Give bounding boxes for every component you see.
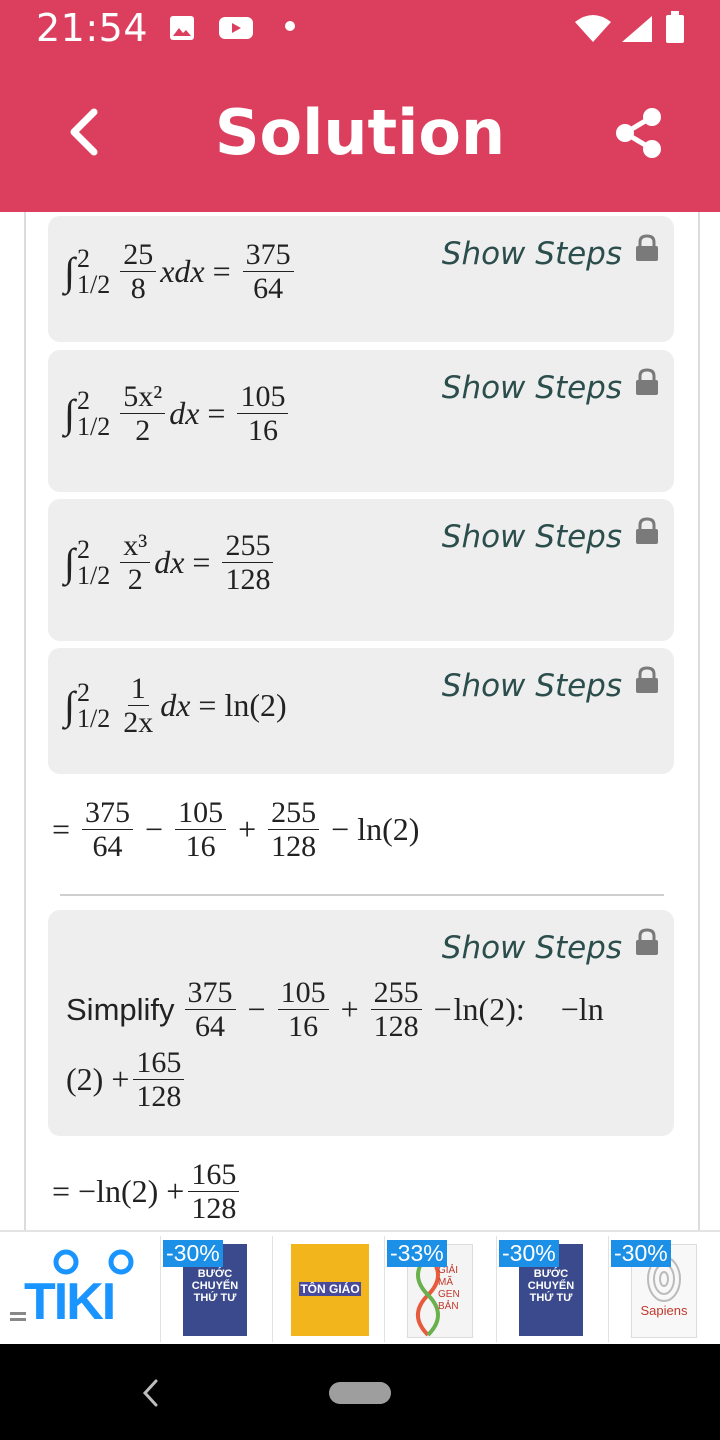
integrand-fraction: x³ 2	[120, 529, 151, 596]
integral-step-card: Show Steps ∫ 2 1/2 1 2x dx = ln(2)	[48, 648, 674, 774]
integral-equation: ∫ 2 1/2 1 2x dx = ln(2)	[64, 672, 287, 739]
integral-equation: ∫ 2 1/2 5x² 2 dx = 105 16	[64, 380, 292, 447]
discount-badge: -33%	[387, 1240, 447, 1267]
lock-icon	[636, 234, 658, 261]
divider	[60, 894, 664, 896]
app-header: 21:54 Solution	[0, 0, 720, 212]
lower-limit: 1/2	[76, 560, 111, 590]
wifi-icon	[575, 15, 611, 42]
result-fraction: 255 128	[222, 529, 274, 596]
ad-banner[interactable]: TIKI BƯỚC CHUYỂN THỨ TƯ -30% TÔN GIÁO GI…	[0, 1230, 720, 1346]
integrand-tail: dx	[169, 395, 200, 431]
simplify-step-card: Show Steps Simplify 375 64 − 105 16 + 255 1…	[48, 910, 674, 1136]
upper-limit: 2	[76, 677, 90, 707]
lower-limit: 1/2	[76, 703, 111, 733]
sum-expression: = 375 64 − 105 16 + 255 128 − ln(2)	[52, 796, 420, 863]
tiki-logo[interactable]: TIKI	[8, 1232, 158, 1346]
solution-content[interactable]: Show Steps ∫ 2 1/2 25 8 xdx = 375 64 Sho…	[24, 212, 700, 1230]
lock-icon	[636, 666, 658, 693]
discount-badge: -30%	[611, 1240, 671, 1267]
ad-product[interactable]: Sapiens -30%	[608, 1236, 717, 1342]
simplify-expression: Simplify 375 64 − 105 16 + 255 128 − ln(2):…	[66, 976, 604, 1043]
nav-back-icon[interactable]	[140, 1378, 162, 1408]
integrand-tail: dx	[160, 687, 191, 723]
lock-icon	[636, 517, 658, 544]
share-icon[interactable]	[612, 106, 666, 160]
battery-icon	[666, 11, 684, 43]
result-fraction: 105 16	[237, 380, 289, 447]
integrand-fraction: 5x² 2	[120, 380, 166, 447]
youtube-icon	[219, 17, 253, 39]
integral-step-card: Show Steps ∫ 2 1/2 25 8 xdx = 375 64	[48, 216, 674, 342]
result-fraction: 375 64	[242, 238, 294, 305]
ad-product[interactable]: BƯỚC CHUYỂN THỨ TƯ -30%	[496, 1236, 605, 1342]
status-bar: 21:54	[0, 0, 720, 60]
image-icon	[170, 16, 194, 40]
integral-step-card: Show Steps ∫ 2 1/2 x³ 2 dx = 255 128	[48, 499, 674, 641]
notification-dot-icon	[285, 21, 295, 31]
integral-equation: ∫ 2 1/2 25 8 xdx = 375 64	[64, 238, 298, 305]
result-value: ln(2)	[224, 687, 287, 723]
book-cover: TÔN GIÁO	[291, 1244, 369, 1336]
final-result: = −ln(2) + 165 128	[52, 1158, 243, 1225]
lock-icon	[636, 368, 658, 395]
upper-limit: 2	[76, 385, 90, 415]
integral-equation: ∫ 2 1/2 x³ 2 dx = 255 128	[64, 529, 277, 596]
ad-product[interactable]: TÔN GIÁO	[272, 1236, 381, 1342]
show-steps-button[interactable]: Show Steps	[442, 519, 622, 555]
integrand-fraction: 25 8	[120, 238, 157, 305]
upper-limit: 2	[76, 243, 90, 273]
discount-badge: -30%	[163, 1240, 223, 1267]
integrand-tail: xdx	[160, 253, 205, 289]
status-time: 21:54	[36, 6, 149, 50]
lock-icon	[636, 928, 658, 955]
show-steps-button[interactable]: Show Steps	[442, 668, 622, 704]
signal-icon	[622, 16, 652, 42]
nav-home-button[interactable]	[329, 1382, 391, 1404]
integral-step-card: Show Steps ∫ 2 1/2 5x² 2 dx = 105 16	[48, 350, 674, 492]
show-steps-button[interactable]: Show Steps	[442, 370, 622, 406]
lower-limit: 1/2	[76, 269, 111, 299]
ad-product[interactable]: GIẢI MÃ GEN BẢN -33%	[384, 1236, 493, 1342]
ad-product[interactable]: BƯỚC CHUYỂN THỨ TƯ -30%	[160, 1236, 269, 1342]
integrand-tail: dx	[154, 544, 185, 580]
upper-limit: 2	[76, 534, 90, 564]
simplify-result: (2) + 165 128	[66, 1046, 188, 1113]
integrand-fraction: 1 2x	[123, 672, 154, 739]
tiki-brand-text: TIKI	[24, 1273, 116, 1331]
show-steps-button[interactable]: Show Steps	[442, 236, 622, 272]
show-steps-button[interactable]: Show Steps	[442, 930, 622, 966]
lower-limit: 1/2	[76, 411, 111, 441]
discount-badge: -30%	[499, 1240, 559, 1267]
